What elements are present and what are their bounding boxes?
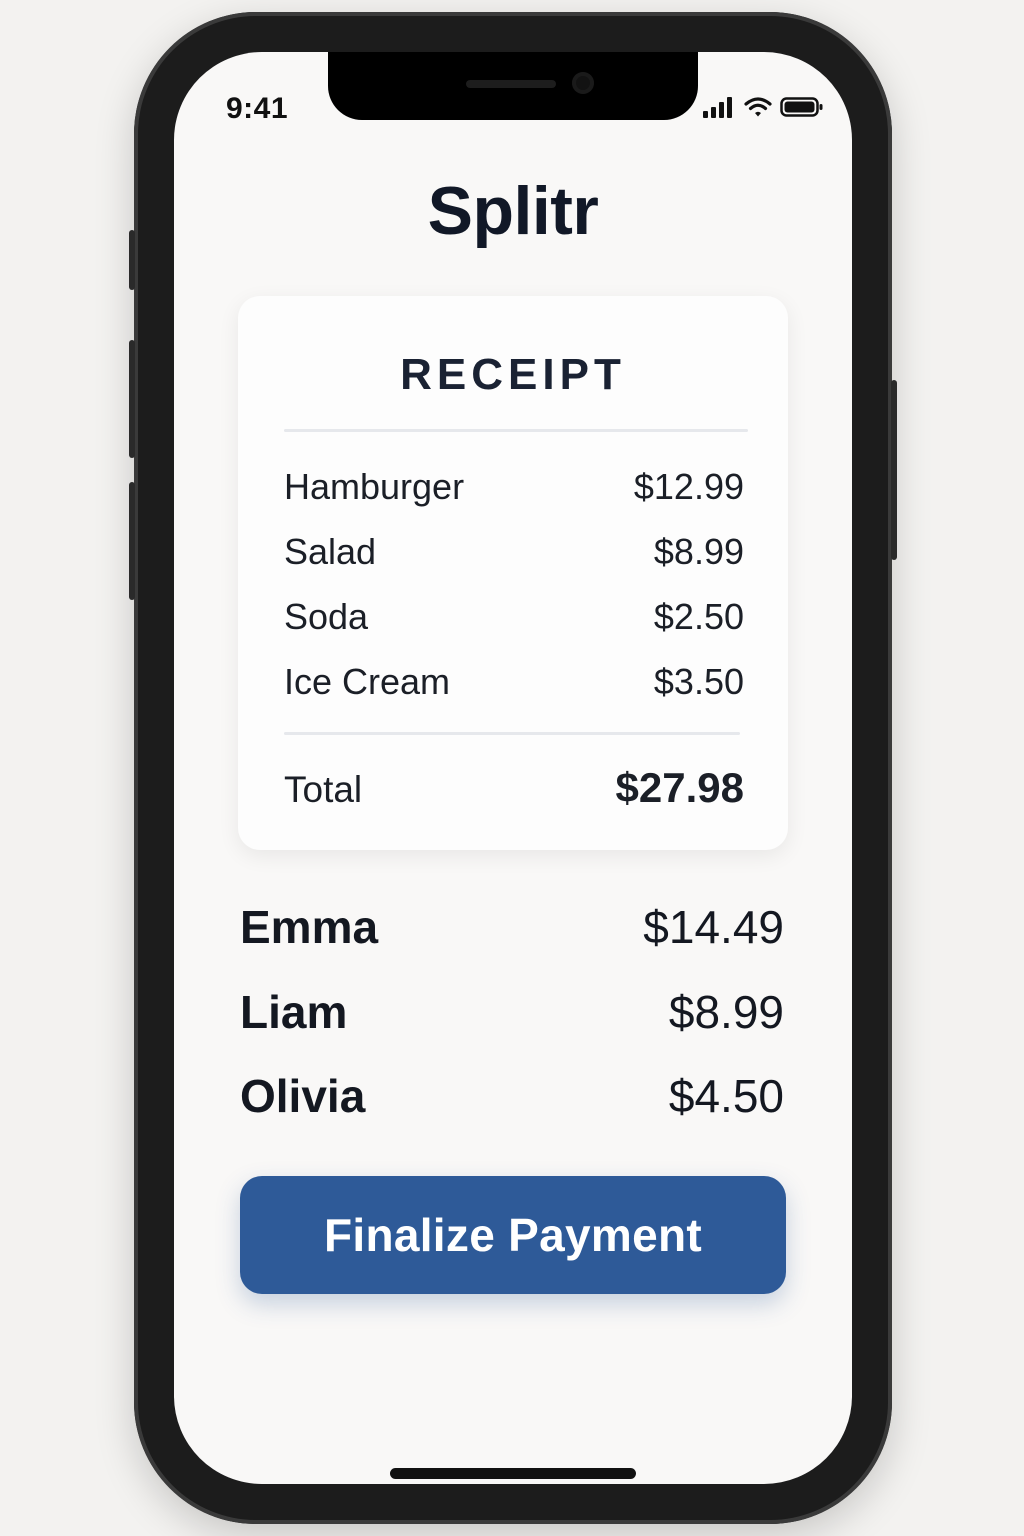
receipt-item: Salad $8.99 xyxy=(284,531,744,573)
finalize-payment-button[interactable]: Finalize Payment xyxy=(240,1176,786,1294)
status-icons xyxy=(702,96,824,122)
item-price: $3.50 xyxy=(653,661,744,702)
screen: 9:41 Splitr RECEIPT Hamburger $12.99 Sal… xyxy=(174,52,852,1484)
mute-switch xyxy=(129,230,135,290)
person-name: Liam xyxy=(240,986,348,1038)
item-name: Hamburger xyxy=(284,466,465,507)
page: 9:41 Splitr RECEIPT Hamburger $12.99 Sal… xyxy=(0,0,1024,1536)
receipt-item: Hamburger $12.99 xyxy=(284,466,744,508)
receipt-header-divider xyxy=(284,429,748,432)
total-value: $27.98 xyxy=(615,764,744,811)
status-time: 9:41 xyxy=(226,92,289,125)
front-camera xyxy=(572,72,594,94)
person-amount: $14.49 xyxy=(643,901,784,953)
item-name: Ice Cream xyxy=(284,661,451,702)
person-row-liam: Liam $8.99 xyxy=(240,985,784,1039)
person-row-emma: Emma $14.49 xyxy=(240,900,784,954)
item-name: Soda xyxy=(284,596,369,637)
signal-icon xyxy=(702,96,736,122)
wifi-icon xyxy=(744,96,772,122)
person-name: Emma xyxy=(240,901,379,953)
receipt-total-divider xyxy=(284,732,740,735)
volume-up-button xyxy=(129,340,135,458)
volume-down-button xyxy=(129,482,135,600)
receipt-item: Soda $2.50 xyxy=(284,596,744,638)
item-price: $2.50 xyxy=(653,596,744,637)
person-row-olivia: Olivia $4.50 xyxy=(240,1069,784,1123)
receipt-card: RECEIPT Hamburger $12.99 Salad $8.99 Sod… xyxy=(238,296,788,850)
item-name: Salad xyxy=(284,531,377,572)
total-label: Total xyxy=(284,769,363,810)
person-amount: $4.50 xyxy=(668,1070,784,1122)
home-indicator xyxy=(390,1468,636,1479)
item-price: $12.99 xyxy=(633,466,744,507)
receipt-title: RECEIPT xyxy=(400,350,626,399)
person-name: Olivia xyxy=(240,1070,366,1122)
power-button xyxy=(891,380,897,560)
item-price: $8.99 xyxy=(653,531,744,572)
speaker-grille xyxy=(466,80,556,88)
battery-icon xyxy=(780,96,824,122)
receipt-total: Total $27.98 xyxy=(284,764,744,812)
receipt-item: Ice Cream $3.50 xyxy=(284,661,744,703)
app-title: Splitr xyxy=(427,173,599,249)
notch xyxy=(328,52,698,120)
person-amount: $8.99 xyxy=(668,986,784,1038)
phone-frame: 9:41 Splitr RECEIPT Hamburger $12.99 Sal… xyxy=(129,12,897,1524)
